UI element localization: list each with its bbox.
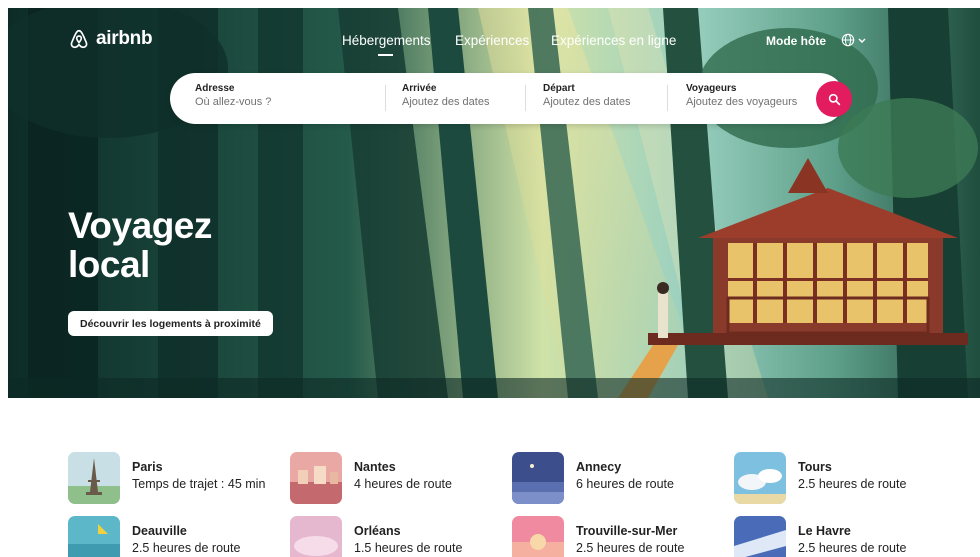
tab-experiences-en-ligne[interactable]: Expériences en ligne [551,33,676,48]
tab-experiences[interactable]: Expériences [455,33,529,48]
hero-title-line-2: local [68,244,150,285]
destination-thumbnail [734,452,786,504]
language-selector[interactable] [841,33,866,47]
destination-travel-time: 2.5 heures de route [798,477,907,491]
brand-name: airbnb [96,28,153,49]
destination-travel-time: 2.5 heures de route [798,541,907,555]
destination-travel-time: 4 heures de route [354,477,452,491]
destination-travel-time: 2.5 heures de route [576,541,685,555]
explore-nearby-button[interactable]: Découvrir les logements à proximité [68,311,273,336]
airbnb-logo-icon [70,29,88,49]
destination-thumbnail [512,516,564,557]
destination-thumbnail [68,516,120,557]
destination-name: Trouville-sur-Mer [576,524,678,538]
destination-name: Tours [798,460,832,474]
destination-name: Nantes [354,460,396,474]
hero-title-line-1: Voyagez [68,205,212,246]
field-label: Départ [543,83,575,94]
destination-name: Orléans [354,524,401,538]
destination-name: Paris [132,460,163,474]
search-bar: Adresse Où allez-vous ? Arrivée Ajoutez … [170,73,852,124]
search-icon [828,93,840,105]
destination-card-nantes[interactable]: Nantes 4 heures de route [290,452,452,504]
destination-travel-time: 2.5 heures de route [132,541,241,555]
active-tab-indicator [378,54,393,56]
hero-illustration [8,8,980,398]
destination-thumbnail [290,452,342,504]
destination-card-trouville[interactable]: Trouville-sur-Mer 2.5 heures de route [512,516,684,557]
destination-card-annecy[interactable]: Annecy 6 heures de route [512,452,674,504]
destination-name: Le Havre [798,524,851,538]
destination-thumbnail [734,516,786,557]
globe-icon [841,33,855,47]
search-button[interactable] [816,81,852,117]
destination-thumbnail [68,452,120,504]
destination-thumbnail [290,516,342,557]
destination-card-paris[interactable]: Paris Temps de trajet : 45 min [68,452,265,504]
search-field-adresse[interactable]: Adresse Où allez-vous ? [195,83,271,108]
destination-card-deauville[interactable]: Deauville 2.5 heures de route [68,516,240,557]
destination-travel-time: 1.5 heures de route [354,541,463,555]
divider [667,85,668,111]
destination-name: Annecy [576,460,622,474]
field-placeholder: Ajoutez des voyageurs [686,96,798,108]
field-placeholder: Ajoutez des dates [543,96,631,108]
chevron-down-icon [858,38,866,43]
field-placeholder: Où allez-vous ? [195,96,272,108]
hero-title: Voyagez local [68,206,212,284]
field-placeholder: Ajoutez des dates [402,96,490,108]
hero-banner [8,8,980,398]
search-field-depart[interactable]: Départ Ajoutez des dates [543,83,630,108]
destination-thumbnail [512,452,564,504]
divider [385,85,386,111]
divider [525,85,526,111]
destination-travel-time: 6 heures de route [576,477,674,491]
search-field-voyageurs[interactable]: Voyageurs Ajoutez des voyageurs [686,83,797,108]
host-mode-link[interactable]: Mode hôte [766,34,826,48]
field-label: Arrivée [402,83,437,94]
airbnb-logo[interactable]: airbnb [68,28,153,50]
destination-travel-time: Temps de trajet : 45 min [132,477,266,491]
destination-card-le-havre[interactable]: Le Havre 2.5 heures de route [734,516,906,557]
field-label: Voyageurs [686,83,737,94]
search-field-arrivee[interactable]: Arrivée Ajoutez des dates [402,83,489,108]
tab-hebergements[interactable]: Hébergements [342,33,431,48]
destination-name: Deauville [132,524,187,538]
field-label: Adresse [195,83,235,94]
destination-card-tours[interactable]: Tours 2.5 heures de route [734,452,906,504]
destination-card-orleans[interactable]: Orléans 1.5 heures de route [290,516,462,557]
